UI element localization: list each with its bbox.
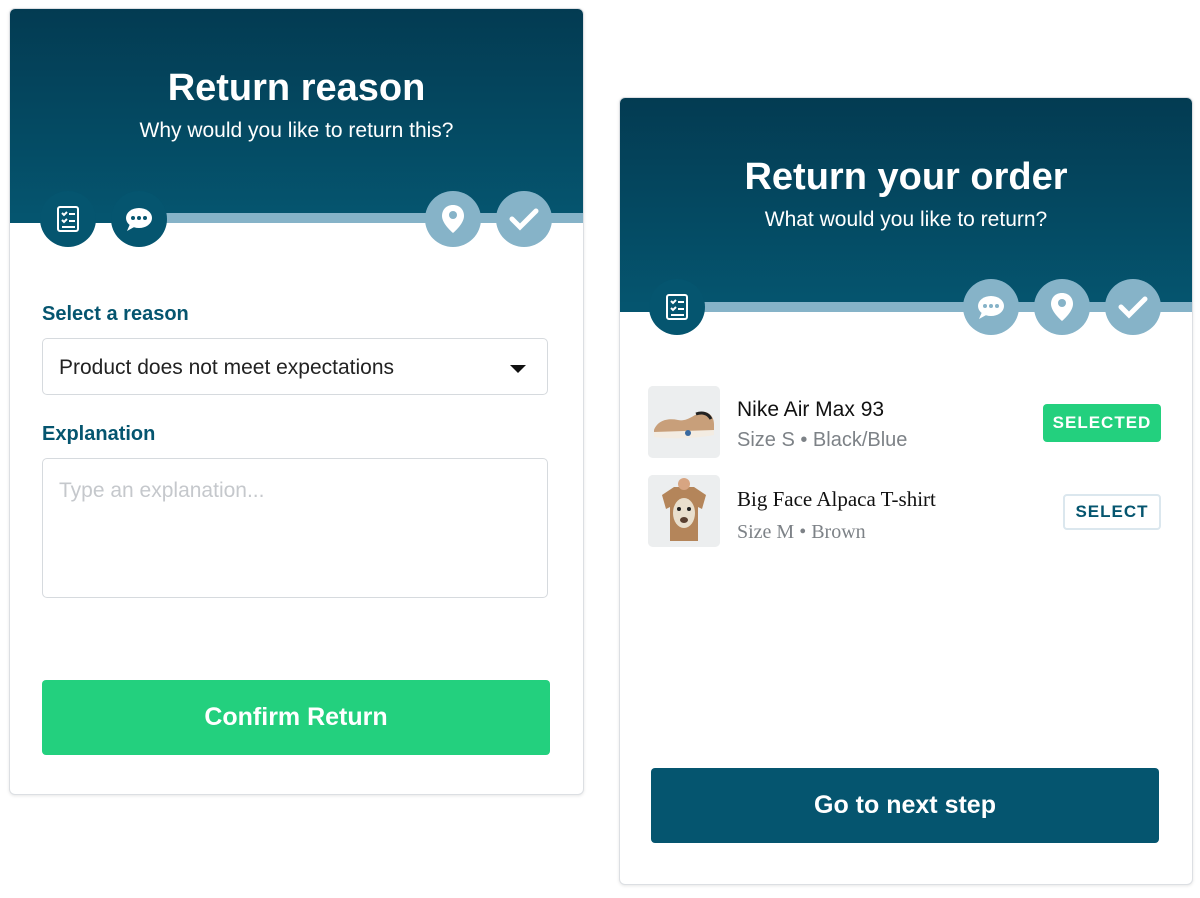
- return-reason-title: Return reason: [167, 67, 426, 109]
- reason-select[interactable]: Product does not meet expectations: [42, 338, 548, 395]
- step-chat-icon: [111, 191, 167, 247]
- chat-icon: [978, 296, 1004, 319]
- checkmark-icon: [509, 208, 539, 231]
- return-reason-subtitle: Why would you like to return this?: [139, 119, 454, 142]
- step-list-icon: [40, 191, 96, 247]
- list-icon: [57, 206, 79, 232]
- location-pin-icon: [442, 205, 464, 233]
- next-step-button[interactable]: Go to next step: [651, 768, 1159, 843]
- selected-badge[interactable]: SELECTED: [1043, 404, 1161, 442]
- product-thumbnail-shoe: [648, 386, 720, 458]
- confirm-return-button[interactable]: Confirm Return: [42, 680, 550, 755]
- return-order-header: Return your order What would you like to…: [620, 98, 1192, 306]
- return-order-subtitle: What would you like to return?: [764, 208, 1048, 231]
- return-reason-card: Return reason Why would you like to retu…: [9, 8, 584, 795]
- return-order-title: Return your order: [744, 156, 1068, 198]
- checkmark-icon: [1118, 296, 1148, 319]
- explanation-placeholder: Type an explanation...: [59, 479, 265, 502]
- caret-down-icon: [510, 365, 526, 373]
- select-button[interactable]: SELECT: [1063, 494, 1161, 530]
- list-icon: [666, 294, 688, 320]
- step-chat-icon: [963, 279, 1019, 335]
- item-name: Big Face Alpaca T-shirt: [737, 487, 936, 511]
- product-thumbnail-tshirt: [648, 475, 720, 547]
- step-checkmark-icon: [496, 191, 552, 247]
- step-location-icon: [1034, 279, 1090, 335]
- explanation-label: Explanation: [42, 423, 156, 445]
- step-list-icon: [649, 279, 705, 335]
- reason-select-value: Product does not meet expectations: [59, 356, 395, 379]
- step-checkmark-icon: [1105, 279, 1161, 335]
- step-location-icon: [425, 191, 481, 247]
- shoe-image: [648, 386, 720, 458]
- return-order-card: Return your order What would you like to…: [619, 97, 1193, 885]
- item-meta: Size M • Brown: [737, 521, 866, 543]
- tshirt-image: [648, 475, 720, 547]
- reason-label: Select a reason: [42, 303, 189, 325]
- location-pin-icon: [1051, 293, 1073, 321]
- item-meta: Size S • Black/Blue: [737, 429, 908, 451]
- return-reason-header: Return reason Why would you like to retu…: [10, 9, 583, 218]
- item-name: Nike Air Max 93: [737, 398, 885, 421]
- explanation-textarea[interactable]: Type an explanation...: [42, 458, 548, 598]
- chat-icon: [126, 208, 152, 231]
